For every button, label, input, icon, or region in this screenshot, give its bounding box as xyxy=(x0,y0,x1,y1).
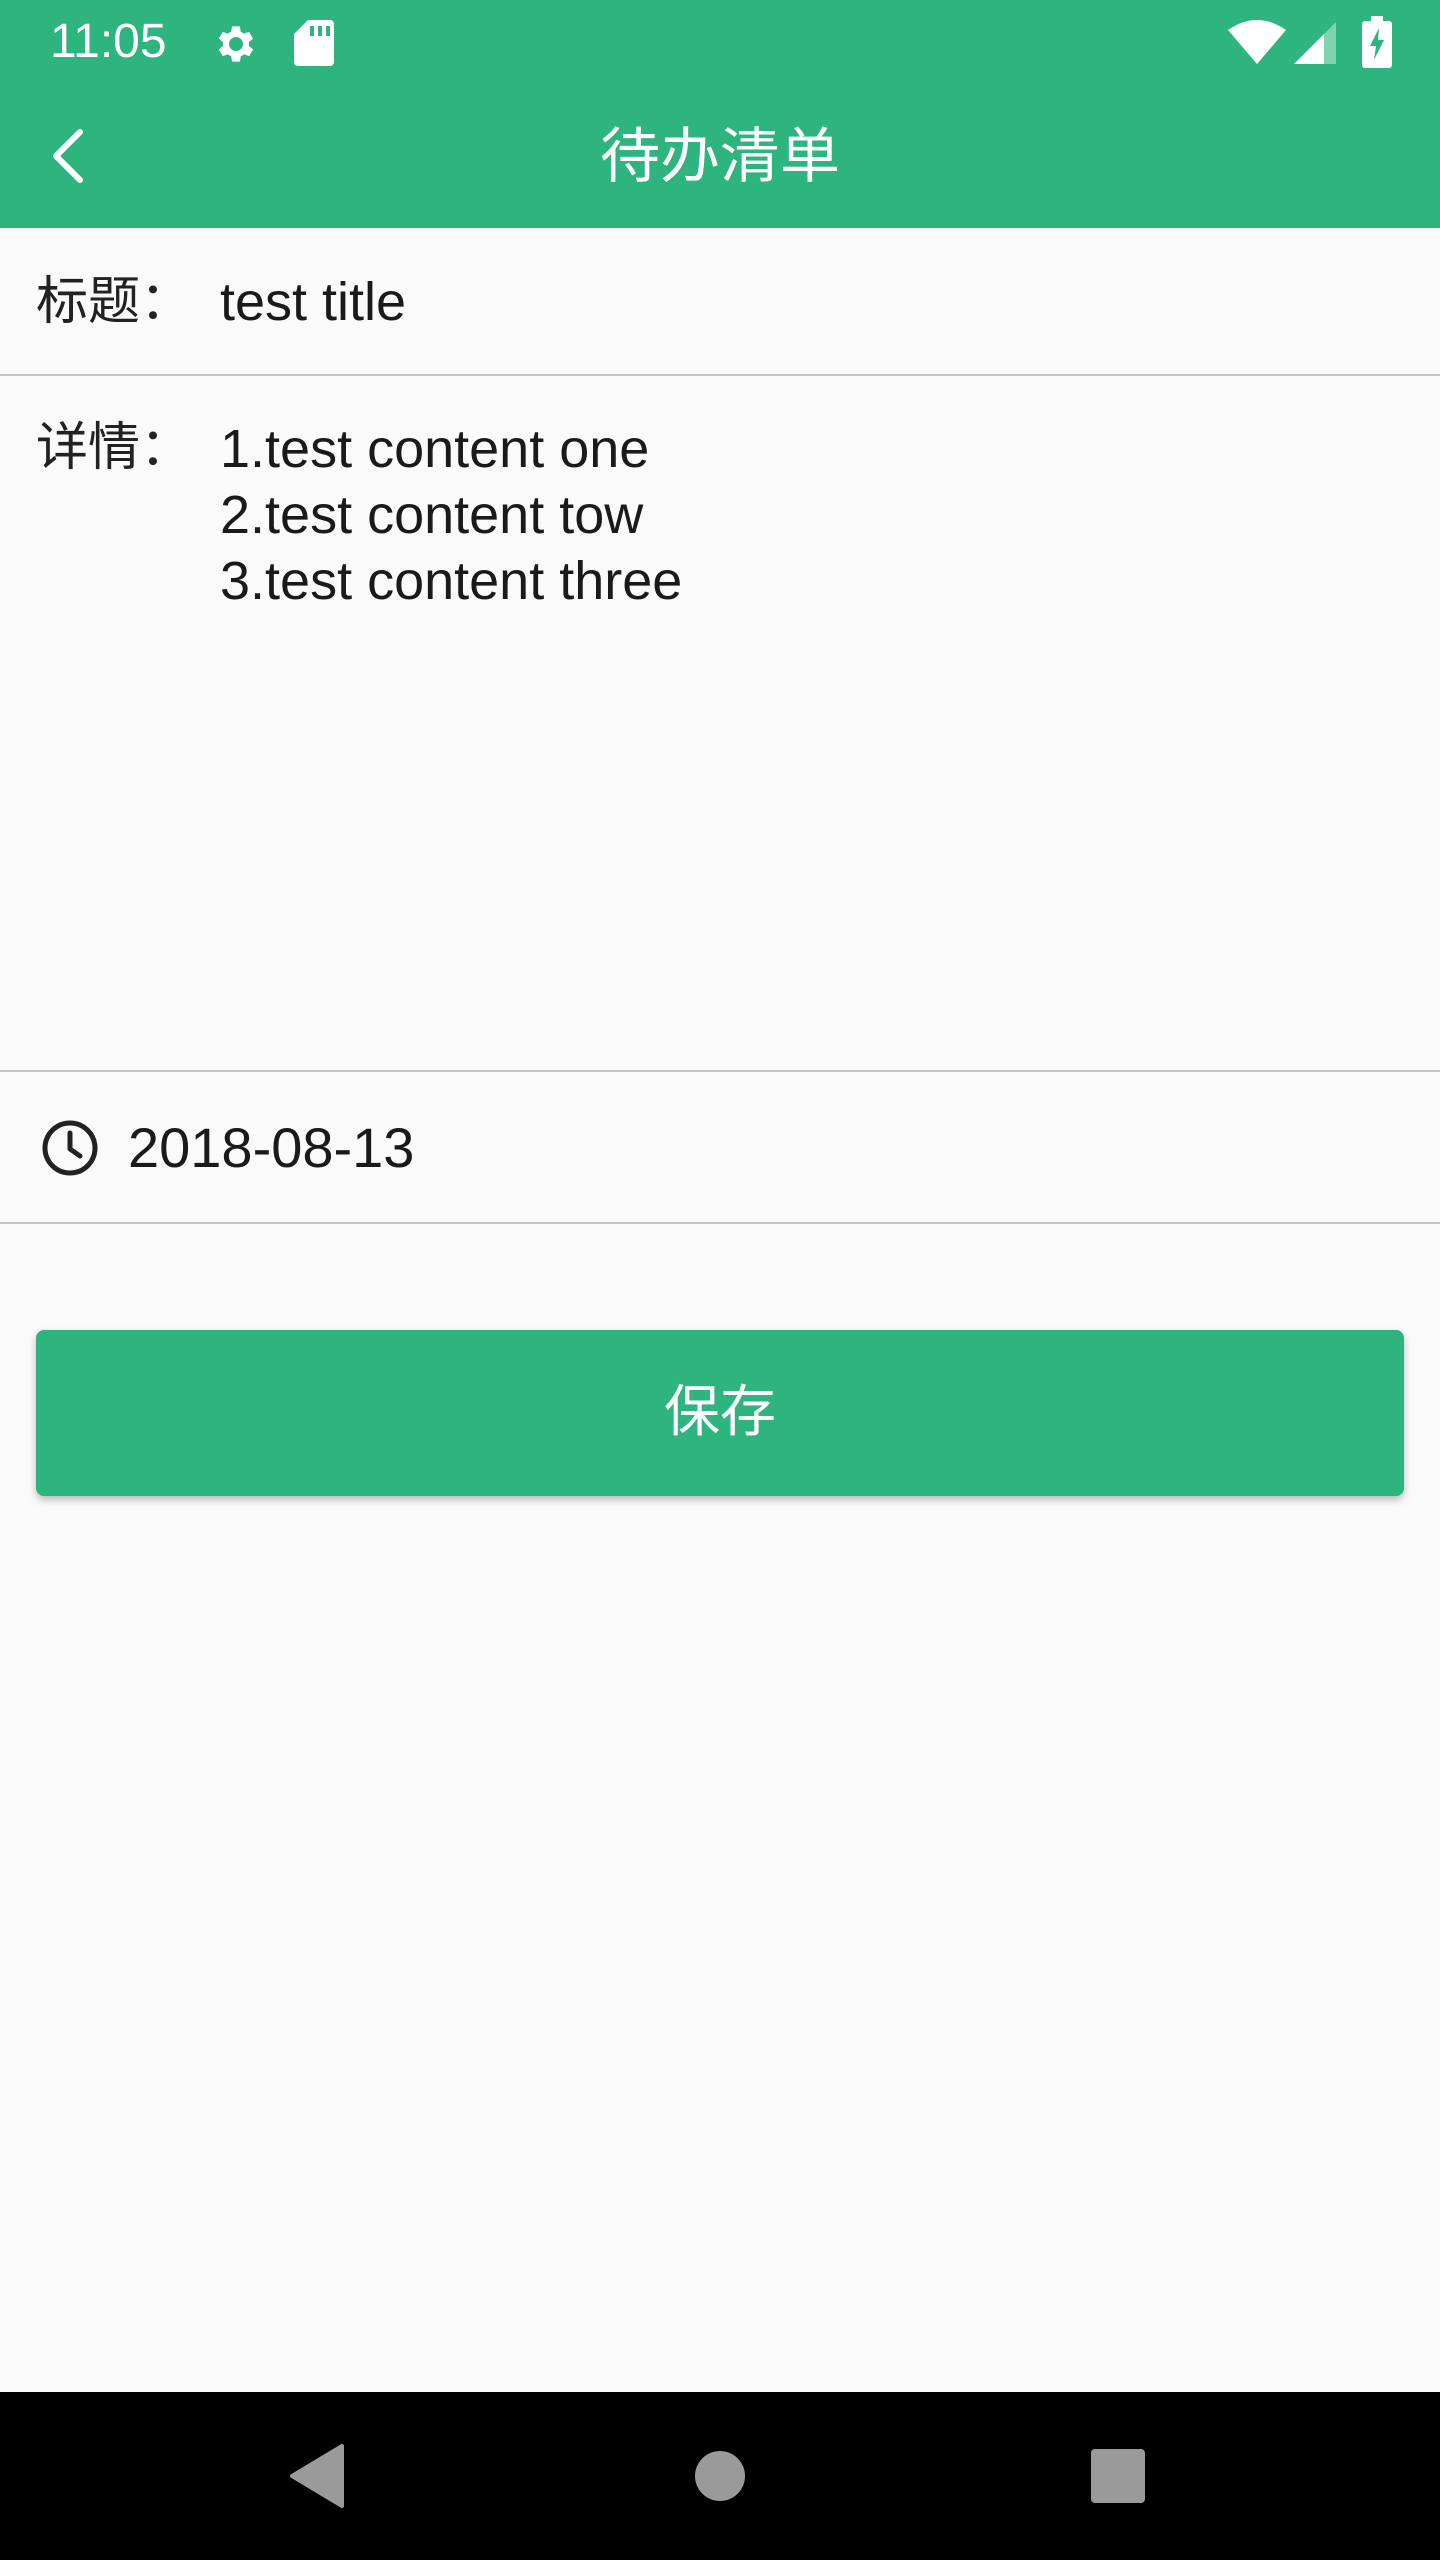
page-title: 待办清单 xyxy=(600,122,840,192)
sd-card-icon xyxy=(294,20,334,66)
date-value: 2018-08-13 xyxy=(128,1116,415,1179)
title-input[interactable] xyxy=(220,270,1400,334)
back-triangle-icon[interactable] xyxy=(268,2426,368,2526)
gear-icon xyxy=(218,26,254,62)
status-bar: 11:05 xyxy=(0,0,1440,84)
save-button[interactable]: 保存 xyxy=(36,1330,1404,1496)
system-nav-bar xyxy=(0,2392,1440,2560)
wifi-icon xyxy=(1228,20,1286,64)
clock-icon xyxy=(42,1120,98,1176)
date-picker-row[interactable]: 2018-08-13 xyxy=(0,1072,1440,1224)
status-time: 11:05 xyxy=(50,15,167,68)
detail-label: 详情： xyxy=(36,418,193,478)
cell-signal-icon xyxy=(1294,22,1336,64)
title-row: 标题： xyxy=(0,228,1440,376)
detail-line: 3.test content three xyxy=(220,551,683,611)
detail-line: 1.test content one xyxy=(220,419,650,479)
home-circle-icon[interactable] xyxy=(670,2426,770,2526)
recents-square-icon[interactable] xyxy=(1068,2426,1168,2526)
detail-textarea[interactable]: 1.test content one 2.test content tow 3.… xyxy=(220,416,1400,614)
title-label: 标题： xyxy=(36,272,193,332)
detail-row: 详情： 1.test content one 2.test content to… xyxy=(0,376,1440,1072)
detail-line: 2.test content tow xyxy=(220,485,644,545)
battery-charging-icon xyxy=(1362,16,1392,68)
app-toolbar: 待办清单 xyxy=(0,84,1440,228)
